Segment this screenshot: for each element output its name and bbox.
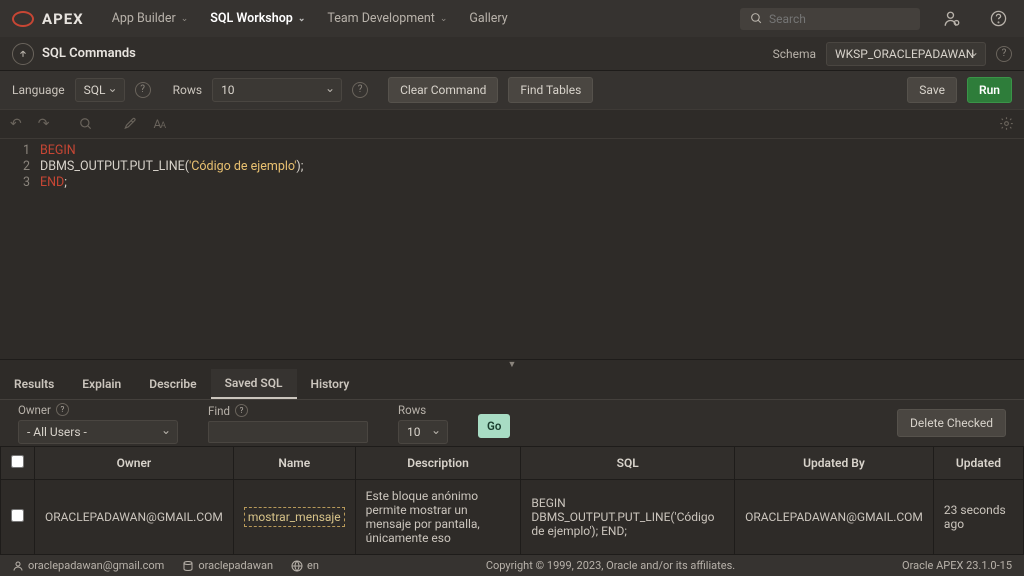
owner-select[interactable]: - All Users - (18, 420, 178, 444)
tab-saved-sql[interactable]: Saved SQL (211, 369, 297, 400)
search-input[interactable] (769, 12, 910, 26)
redo-icon[interactable]: ↷ (38, 116, 50, 132)
nav-team-development[interactable]: Team Development⌄ (327, 11, 447, 26)
chevron-down-icon: ⌄ (298, 14, 306, 24)
language-select[interactable]: SQL (75, 78, 125, 102)
go-button[interactable]: Go (478, 414, 510, 438)
filter-rows-select[interactable]: 10 (398, 420, 448, 444)
footer-version: Oracle APEX 23.1.0-15 (902, 559, 1012, 572)
results-tabs: Results Explain Describe Saved SQL Histo… (0, 369, 1024, 401)
clear-command-button[interactable]: Clear Command (388, 77, 498, 103)
table-row[interactable]: ORACLEPADAWAN@GMAIL.COM mostrar_mensaje … (1, 480, 1024, 555)
tab-results[interactable]: Results (0, 369, 68, 400)
schema-help-icon[interactable]: ? (996, 46, 1012, 62)
run-button[interactable]: Run (967, 77, 1012, 103)
delete-checked-button[interactable]: Delete Checked (897, 409, 1006, 437)
col-owner[interactable]: Owner (35, 447, 234, 480)
text-case-icon[interactable]: AA (153, 117, 165, 131)
tools-icon[interactable] (123, 117, 137, 131)
cell-owner: ORACLEPADAWAN@GMAIL.COM (35, 480, 234, 555)
tab-history[interactable]: History (297, 369, 364, 400)
schema-select[interactable]: WKSP_ORACLEPADAWAN (826, 42, 986, 66)
language-help-icon[interactable]: ? (135, 82, 151, 98)
code-content[interactable]: BEGIN DBMS_OUTPUT.PUT_LINE('Código de ej… (40, 143, 1024, 355)
cell-updated: 23 seconds ago (933, 480, 1023, 555)
schema-label: Schema (773, 47, 816, 61)
brand-text: APEX (42, 10, 84, 28)
search-icon (750, 12, 763, 25)
oracle-logo-icon (12, 11, 34, 27)
settings-gear-icon[interactable] (999, 116, 1014, 131)
main-nav: App Builder⌄ SQL Workshop⌄ Team Developm… (112, 11, 508, 26)
footer-user[interactable]: oraclepadawan@gmail.com (12, 559, 164, 572)
admin-icon[interactable] (938, 5, 966, 33)
col-updated-by[interactable]: Updated By (735, 447, 934, 480)
chevron-down-icon: ⌄ (440, 14, 448, 24)
status-bar: oraclepadawan@gmail.com oraclepadawan en… (0, 555, 1024, 576)
save-button[interactable]: Save (907, 77, 957, 103)
row-checkbox[interactable] (11, 509, 24, 522)
rows-help-icon[interactable]: ? (352, 82, 368, 98)
footer-language[interactable]: en (291, 559, 319, 572)
brand-logo[interactable]: APEX (12, 10, 84, 28)
tab-explain[interactable]: Explain (68, 369, 135, 400)
saved-sql-table: Owner Name Description SQL Updated By Up… (0, 446, 1024, 555)
global-search[interactable] (740, 8, 920, 30)
nav-gallery[interactable]: Gallery (469, 11, 507, 26)
nav-app-builder[interactable]: App Builder⌄ (112, 11, 189, 26)
help-icon[interactable]: ? (235, 404, 248, 417)
footer-workspace[interactable]: oraclepadawan (182, 559, 273, 572)
cell-description: Este bloque anónimo permite mostrar un m… (355, 480, 521, 555)
rows-select[interactable]: 10 (212, 78, 342, 102)
cell-name-link[interactable]: mostrar_mensaje (244, 507, 345, 527)
select-all-checkbox[interactable] (11, 455, 24, 468)
help-icon[interactable] (984, 5, 1012, 33)
rows-label: Rows (173, 83, 202, 97)
page-header: SQL Commands Schema WKSP_ORACLEPADAWAN ? (0, 37, 1024, 71)
cell-sql: BEGIN DBMS_OUTPUT.PUT_LINE('Código de ej… (521, 480, 735, 555)
sql-editor[interactable]: 123 BEGIN DBMS_OUTPUT.PUT_LINE('Código d… (0, 139, 1024, 359)
col-name[interactable]: Name (233, 447, 355, 480)
page-title: SQL Commands (42, 46, 136, 61)
find-tables-button[interactable]: Find Tables (508, 77, 593, 103)
line-gutter: 123 (0, 143, 40, 355)
back-button[interactable] (12, 43, 34, 65)
saved-sql-filters: Owner? - All Users - Find? Rows 10 Go De… (0, 400, 1024, 446)
col-updated[interactable]: Updated (933, 447, 1023, 480)
cell-updated-by: ORACLEPADAWAN@GMAIL.COM (735, 480, 934, 555)
schema-selector: Schema WKSP_ORACLEPADAWAN ? (773, 42, 1012, 66)
col-description[interactable]: Description (355, 447, 521, 480)
undo-icon[interactable]: ↶ (10, 116, 22, 132)
tab-describe[interactable]: Describe (135, 369, 210, 400)
filter-rows-label: Rows (398, 403, 426, 417)
help-icon[interactable]: ? (56, 403, 69, 416)
col-sql[interactable]: SQL (521, 447, 735, 480)
footer-copyright: Copyright © 1999, 2023, Oracle and/or it… (337, 559, 884, 572)
chevron-down-icon: ⌄ (181, 14, 189, 24)
owner-filter-label: Owner (18, 403, 51, 417)
top-navigation: APEX App Builder⌄ SQL Workshop⌄ Team Dev… (0, 0, 1024, 37)
search-code-icon[interactable] (79, 117, 93, 131)
nav-sql-workshop[interactable]: SQL Workshop⌄ (210, 11, 305, 26)
language-label: Language (12, 83, 65, 97)
editor-toolbar: ↶ ↷ AA (0, 109, 1024, 139)
splitter-handle[interactable]: ▼ (0, 359, 1024, 369)
find-filter-label: Find (208, 404, 230, 418)
find-input[interactable] (208, 421, 368, 443)
command-toolbar: Language SQL ? Rows 10 ? Clear Command F… (0, 71, 1024, 108)
